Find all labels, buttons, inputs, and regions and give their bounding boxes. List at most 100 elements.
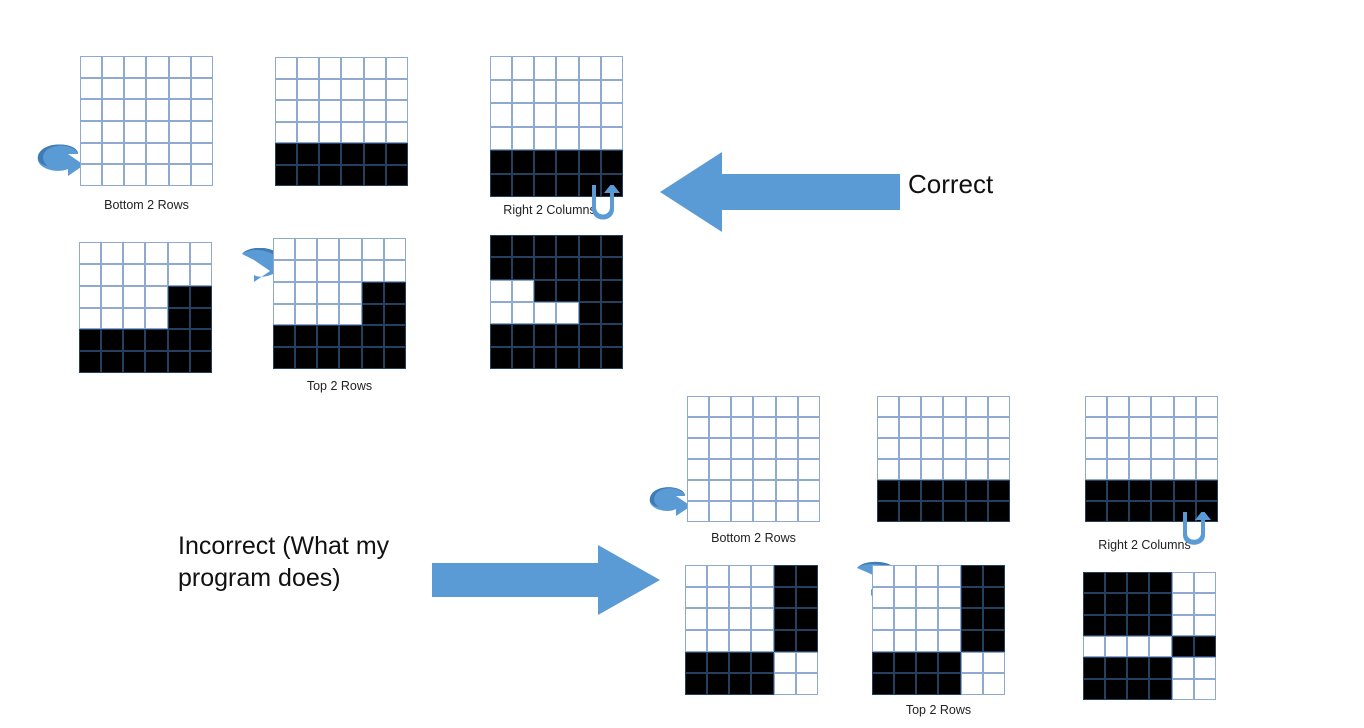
incorrect-grid-empty-cell-0-4 bbox=[775, 396, 798, 417]
incorrect-grid-result-cell-0-2 bbox=[1127, 572, 1150, 594]
incorrect-grid-right-block-middle-cell-3-3 bbox=[938, 629, 961, 652]
correct-grid-empty-cell-1-0 bbox=[80, 77, 103, 100]
incorrect-grid-right-block-left-cell-1-5 bbox=[795, 586, 818, 609]
incorrect-grid-right-block-left-cell-2-4 bbox=[773, 608, 796, 630]
incorrect-grid-bottom-rows-filled-cell-3-4 bbox=[965, 459, 988, 480]
incorrect-grid-right-columns-cell-0-4 bbox=[1173, 396, 1196, 417]
incorrect-grid-right-block-left-cell-4-1 bbox=[707, 651, 730, 674]
correct-grid-empty-cell-1-2 bbox=[124, 77, 147, 100]
correct-grid-stair-left-cell-1-2 bbox=[123, 263, 146, 286]
correct-grid-right-columns-cell-4-1 bbox=[512, 150, 535, 174]
incorrect-grid-right-columns-cell-5-2 bbox=[1129, 501, 1152, 522]
correct-grid-stair-left-cell-3-0 bbox=[79, 307, 102, 330]
incorrect-grid-result bbox=[1083, 572, 1216, 700]
incorrect-grid-right-columns-cell-1-1 bbox=[1107, 417, 1130, 438]
correct-grid-stair-left bbox=[79, 242, 212, 373]
correct-grid-result-cell-4-4 bbox=[578, 324, 601, 347]
correct-grid-empty-cell-1-1 bbox=[102, 77, 125, 100]
correct-grid-bottom-rows-filled-cell-1-2 bbox=[319, 78, 342, 100]
correct-grid-stair-middle-cell-4-0 bbox=[273, 325, 296, 348]
correct-grid-bottom-rows-filled-cell-5-1 bbox=[297, 164, 320, 186]
correct-grid-bottom-rows-filled-cell-4-5 bbox=[385, 143, 408, 165]
incorrect-grid-empty-cell-4-1 bbox=[709, 480, 732, 501]
incorrect-grid-empty-cell-2-5 bbox=[797, 438, 820, 459]
correct-grid-empty-cell-0-0 bbox=[80, 56, 103, 78]
incorrect-grid-right-block-left-cell-1-0 bbox=[685, 586, 708, 609]
incorrect-grid-right-block-middle-cell-3-5 bbox=[982, 629, 1005, 652]
incorrect-grid-right-columns-cell-2-0 bbox=[1085, 438, 1108, 459]
correct-grid-empty-cell-4-3 bbox=[146, 142, 169, 165]
incorrect-grid-right-columns-cell-3-1 bbox=[1107, 459, 1130, 480]
correct-grid-result-cell-4-3 bbox=[556, 324, 579, 347]
correct-grid-stair-middle-cell-5-0 bbox=[273, 347, 296, 369]
incorrect-grid-empty-cell-3-0 bbox=[687, 459, 710, 480]
correct-grid-stair-left-cell-0-4 bbox=[167, 242, 190, 264]
correct-grid-stair-left-cell-2-2 bbox=[123, 285, 146, 308]
correct-grid-empty-cell-3-5 bbox=[190, 120, 213, 143]
incorrect-grid-right-columns-cell-3-3 bbox=[1151, 459, 1174, 480]
incorrect-grid-bottom-rows-filled-cell-4-4 bbox=[965, 480, 988, 501]
correct-grid-stair-middle-cell-1-5 bbox=[383, 259, 406, 282]
incorrect-grid-result-cell-2-1 bbox=[1105, 614, 1128, 636]
incorrect-grid-right-columns-cell-5-0 bbox=[1085, 501, 1108, 522]
correct-grid-result-cell-0-2 bbox=[534, 235, 557, 258]
correct-grid-stair-left-cell-4-0 bbox=[79, 329, 102, 352]
correct-grid-right-columns-cell-0-0 bbox=[490, 56, 513, 80]
correct-grid-stair-left-cell-2-0 bbox=[79, 285, 102, 308]
correct-grid-stair-left-cell-5-4 bbox=[167, 351, 190, 373]
label-bottom-2-rows-correct: Bottom 2 Rows bbox=[104, 198, 189, 212]
correct-grid-bottom-rows-filled-cell-0-3 bbox=[341, 57, 364, 79]
correct-grid-stair-left-cell-4-1 bbox=[101, 329, 124, 352]
curved-arrow-up-icon-incorrect bbox=[1180, 512, 1218, 546]
incorrect-grid-right-columns-cell-1-2 bbox=[1129, 417, 1152, 438]
incorrect-grid-right-block-left-cell-2-5 bbox=[795, 608, 818, 630]
incorrect-grid-right-block-left-cell-3-2 bbox=[729, 629, 752, 652]
correct-grid-empty-cell-2-4 bbox=[168, 99, 191, 121]
incorrect-grid-result-cell-2-0 bbox=[1083, 614, 1106, 636]
correct-grid-empty-cell-3-2 bbox=[124, 120, 147, 143]
correct-grid-stair-left-cell-2-1 bbox=[101, 285, 124, 308]
incorrect-grid-right-block-middle-cell-5-4 bbox=[960, 673, 983, 695]
correct-grid-result-cell-0-0 bbox=[490, 235, 513, 258]
incorrect-grid-result-cell-0-5 bbox=[1193, 572, 1216, 594]
correct-grid-right-columns-cell-1-2 bbox=[534, 79, 557, 103]
correct-grid-stair-middle-cell-0-0 bbox=[273, 238, 296, 260]
correct-grid-empty-cell-2-1 bbox=[102, 99, 125, 121]
incorrect-grid-right-block-left-cell-1-2 bbox=[729, 586, 752, 609]
correct-grid-bottom-rows-filled-cell-1-3 bbox=[341, 78, 364, 100]
correct-grid-stair-middle-cell-3-0 bbox=[273, 303, 296, 326]
incorrect-grid-right-block-middle-cell-0-3 bbox=[938, 565, 961, 587]
correct-grid-empty-cell-3-4 bbox=[168, 120, 191, 143]
incorrect-grid-bottom-rows-filled-cell-4-0 bbox=[877, 480, 900, 501]
correct-grid-stair-middle-cell-4-2 bbox=[317, 325, 340, 348]
incorrect-grid-empty-cell-5-2 bbox=[731, 501, 754, 522]
incorrect-grid-right-columns-cell-3-4 bbox=[1173, 459, 1196, 480]
correct-grid-bottom-rows-filled-cell-3-4 bbox=[363, 121, 386, 143]
correct-grid-right-columns-cell-3-5 bbox=[600, 126, 623, 150]
incorrect-grid-right-block-middle-cell-2-2 bbox=[916, 608, 939, 630]
incorrect-grid-result-cell-0-3 bbox=[1149, 572, 1172, 594]
correct-grid-stair-middle-cell-2-2 bbox=[317, 281, 340, 304]
correct-grid-stair-middle-cell-4-3 bbox=[339, 325, 362, 348]
correct-grid-stair-left-cell-4-5 bbox=[189, 329, 212, 352]
incorrect-grid-right-block-middle-cell-0-1 bbox=[894, 565, 917, 587]
incorrect-grid-result-cell-3-5 bbox=[1193, 636, 1216, 658]
correct-grid-bottom-rows-filled-cell-0-2 bbox=[319, 57, 342, 79]
incorrect-grid-right-columns-cell-0-2 bbox=[1129, 396, 1152, 417]
incorrect-grid-right-columns-cell-2-4 bbox=[1173, 438, 1196, 459]
correct-grid-empty-cell-1-4 bbox=[168, 77, 191, 100]
incorrect-grid-right-columns bbox=[1085, 396, 1218, 522]
correct-grid-result-cell-0-4 bbox=[578, 235, 601, 258]
incorrect-grid-result-cell-1-1 bbox=[1105, 593, 1128, 615]
correct-grid-bottom-rows-filled-cell-0-1 bbox=[297, 57, 320, 79]
incorrect-grid-result-cell-5-0 bbox=[1083, 678, 1106, 700]
correct-grid-bottom-rows-filled-cell-2-4 bbox=[363, 100, 386, 122]
incorrect-grid-right-block-left-cell-2-3 bbox=[751, 608, 774, 630]
correct-grid-stair-left-cell-4-2 bbox=[123, 329, 146, 352]
correct-grid-right-columns-cell-5-3 bbox=[556, 173, 579, 197]
correct-grid-bottom-rows-filled-cell-2-5 bbox=[385, 100, 408, 122]
correct-grid-empty-cell-0-2 bbox=[124, 56, 147, 78]
incorrect-grid-right-block-middle-cell-0-0 bbox=[872, 565, 895, 587]
incorrect-grid-result-cell-5-4 bbox=[1171, 678, 1194, 700]
correct-grid-empty-cell-1-5 bbox=[190, 77, 213, 100]
